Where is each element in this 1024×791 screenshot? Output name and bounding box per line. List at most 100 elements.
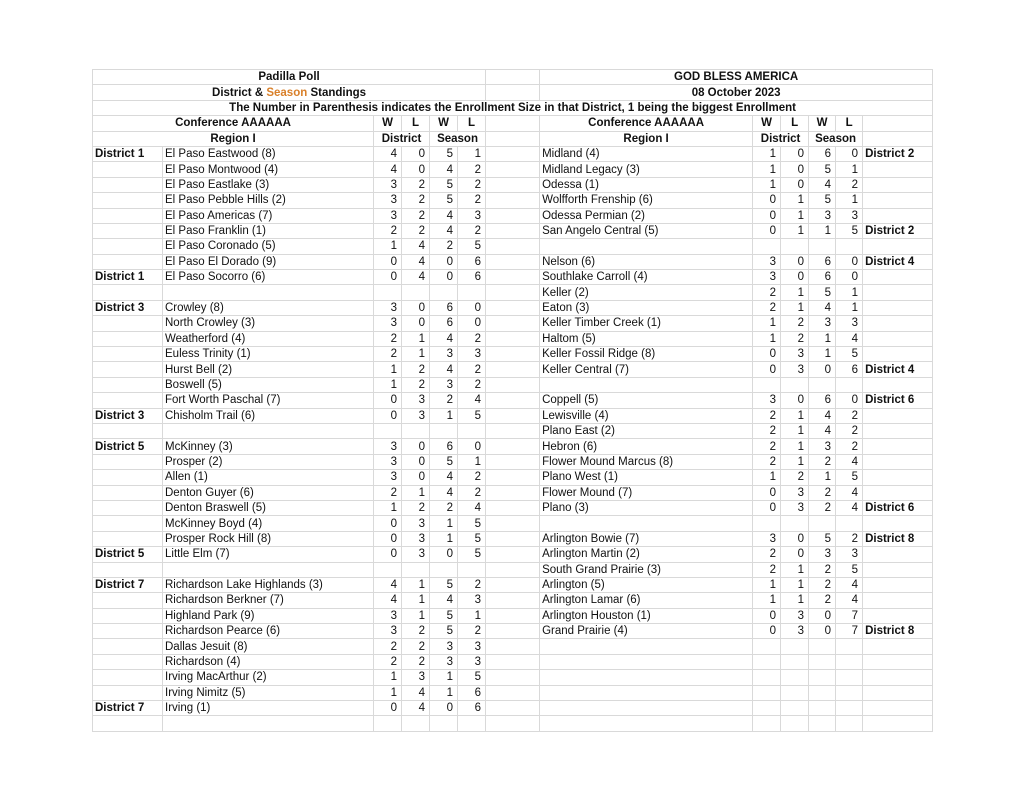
region-label-left: Region I — [92, 130, 374, 147]
table-row: District 3 Crowley (8) 3 0 6 0 Eaton (3) 2 1 4 1 — [92, 299, 934, 317]
table-row: McKinney Boyd (4) 0 3 1 5 — [92, 515, 934, 532]
season-wins: 1 — [429, 515, 458, 532]
team-name: Allen (1) — [162, 469, 374, 486]
district-w-header: W — [752, 115, 782, 132]
district-label — [92, 392, 163, 409]
district-wins: 2 — [752, 453, 782, 471]
district-wins: 2 — [373, 222, 402, 240]
team-name: Flower Mound Marcus (8) — [539, 453, 754, 471]
team-name: Southlake Carroll (4) — [539, 269, 754, 286]
table-row: Prosper (2) 3 0 5 1 Flower Mound Marcus (8) 2 1… — [92, 453, 934, 471]
district-losses: 2 — [401, 361, 430, 378]
district-label — [92, 161, 163, 178]
region-label-right: Region I — [539, 130, 754, 147]
season-losses: 2 — [456, 576, 487, 594]
district-wins: 2 — [752, 299, 782, 317]
team-name: Wolfforth Frenship (6) — [539, 192, 754, 209]
district-losses: 2 — [780, 330, 810, 348]
district-losses: 2 — [401, 376, 430, 394]
district-losses — [401, 422, 430, 440]
district-label — [862, 438, 934, 455]
district-losses: 1 — [780, 453, 810, 471]
season-wins — [429, 284, 458, 301]
district-losses: 1 — [780, 576, 810, 594]
season-losses: 3 — [456, 638, 487, 655]
district-wins: 3 — [752, 530, 782, 548]
district-losses: 3 — [780, 607, 810, 625]
season-losses: 1 — [456, 453, 487, 471]
season-wins: 1 — [808, 330, 837, 348]
spacer-cell — [485, 361, 541, 378]
district-label — [862, 561, 934, 578]
district-label: District 4 — [862, 361, 934, 378]
table-row: South Grand Prairie (3) 2 1 2 5 — [92, 561, 934, 578]
empty-cell — [485, 84, 541, 101]
team-name: McKinney Boyd (4) — [162, 515, 374, 532]
district-label — [862, 376, 934, 394]
season-wins: 6 — [808, 145, 837, 163]
district-wins: 3 — [373, 176, 402, 194]
season-losses: 0 — [835, 269, 864, 286]
team-name: El Paso Americas (7) — [162, 207, 374, 224]
spacer-cell — [485, 499, 541, 517]
table-row: District 3 Chisholm Trail (6) 0 3 1 5 Lewisvil… — [92, 407, 934, 424]
table-row: Fort Worth Paschal (7) 0 3 2 4 Coppell (5) 3 0 6… — [92, 392, 934, 409]
season-wins: 0 — [429, 253, 458, 271]
table-row: Hurst Bell (2) 1 2 4 2 Keller Central (7) 0 3 0 6… — [92, 361, 934, 378]
season-wins: 3 — [808, 546, 837, 563]
district-wins: 3 — [373, 623, 402, 640]
empty-cell — [862, 130, 934, 147]
district-wins: 2 — [752, 422, 782, 440]
season-losses: 4 — [835, 499, 864, 517]
district-losses: 4 — [401, 238, 430, 255]
district-wins — [373, 422, 402, 440]
district-label — [862, 607, 934, 625]
season-wins: 0 — [429, 269, 458, 286]
district-losses: 3 — [401, 392, 430, 409]
spacer-cell — [485, 530, 541, 548]
spacer-cell — [485, 515, 541, 532]
district-losses: 1 — [780, 592, 810, 609]
district-losses — [780, 638, 810, 655]
district-wins: 0 — [373, 546, 402, 563]
season-losses: 5 — [835, 346, 864, 363]
district-losses: 0 — [401, 299, 430, 317]
table-row: El Paso Coronado (5) 1 4 2 5 — [92, 238, 934, 255]
district-losses: 2 — [401, 222, 430, 240]
motto-title: GOD BLESS AMERICA — [539, 68, 934, 86]
district-label — [862, 315, 934, 332]
district-losses: 0 — [780, 392, 810, 409]
district-wins: 1 — [373, 499, 402, 517]
district-label — [862, 546, 934, 563]
season-losses: 5 — [456, 407, 487, 424]
table-row: District 1 El Paso Eastwood (8) 4 0 5 1 Midlan… — [92, 145, 934, 163]
table-row: Irving Nimitz (5) 1 4 1 6 — [92, 684, 934, 702]
table-row: El Paso El Dorado (9) 0 4 0 6 Nelson (6) 3 0 6 0 D… — [92, 253, 934, 271]
team-name: Keller Timber Creek (1) — [539, 315, 754, 332]
season-wins: 1 — [808, 222, 837, 240]
district-wins — [373, 715, 402, 732]
district-wins: 0 — [752, 607, 782, 625]
season-wins: 3 — [429, 376, 458, 394]
season-losses: 2 — [456, 376, 487, 394]
spacer-cell — [485, 438, 541, 455]
spacer-cell — [485, 623, 541, 640]
season-losses — [456, 422, 487, 440]
season-losses — [835, 684, 864, 702]
district-label — [862, 422, 934, 440]
district-losses: 0 — [401, 161, 430, 178]
district-losses: 2 — [401, 207, 430, 224]
district-losses: 1 — [401, 576, 430, 594]
season-losses — [456, 715, 487, 732]
district-label — [862, 700, 934, 717]
team-name: Eaton (3) — [539, 299, 754, 317]
team-name: Prosper Rock Hill (8) — [162, 530, 374, 548]
table-row: Highland Park (9) 3 1 5 1 Arlington Houston (… — [92, 607, 934, 625]
table-row: El Paso Montwood (4) 4 0 4 2 Midland Legacy (… — [92, 161, 934, 178]
season-wins: 5 — [429, 607, 458, 625]
district-losses: 4 — [401, 684, 430, 702]
season-wins: 5 — [429, 176, 458, 194]
standings-subtitle: District & Season Standings — [91, 84, 487, 101]
season-wins — [808, 515, 837, 532]
table-row: El Paso Americas (7) 3 2 4 3 Odessa Permian (… — [92, 207, 934, 224]
